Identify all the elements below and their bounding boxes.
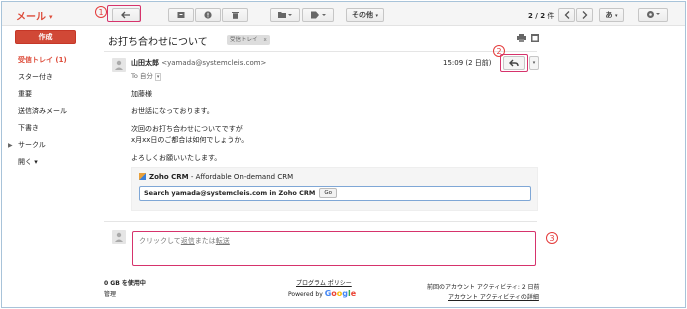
chevron-left-icon xyxy=(564,10,570,19)
body-line: お世話になっております。 xyxy=(131,107,214,115)
body-line: x月xx日のご都合は如何でしょうか。 xyxy=(131,136,249,144)
powered-by-google: Powered by Google xyxy=(288,289,356,298)
expand-arrow-icon: ▶ xyxy=(8,142,13,149)
sidebar-item-more[interactable]: 開く ▾ xyxy=(2,154,92,171)
activity-details-link[interactable]: アカウント アクティビティの詳細 xyxy=(448,292,539,301)
chevron-down-icon: ▾ xyxy=(375,13,378,19)
powered-by-text: Powered by xyxy=(288,291,323,298)
delete-button[interactable] xyxy=(222,8,248,22)
label-tag-icon xyxy=(310,10,326,19)
chevron-down-icon[interactable]: ▾ xyxy=(154,73,162,81)
compose-button[interactable]: 作成 xyxy=(15,30,76,44)
spam-icon xyxy=(204,10,212,19)
recipient-text: To 自分 xyxy=(131,72,153,80)
print-icon[interactable] xyxy=(517,34,526,44)
remove-label-icon[interactable]: x xyxy=(264,37,267,43)
pager-current: 2 / 2 xyxy=(528,12,546,20)
older-button[interactable] xyxy=(576,8,593,22)
sidebar-nav: 受信トレイ (1) スター付き 重要 送信済みメール 下書き ▶ サークル 開く … xyxy=(2,52,92,171)
zoho-search-box[interactable]: Search yamada@systemcleis.com in Zoho CR… xyxy=(139,186,531,201)
body-line: 加藤様 xyxy=(131,90,152,98)
reply-link[interactable]: 返信 xyxy=(181,237,195,245)
sender-avatar xyxy=(112,58,126,72)
sidebar-item-sent[interactable]: 送信済みメール xyxy=(2,103,92,120)
storage-usage: 0 GB を使用中 xyxy=(104,280,146,287)
zoho-tagline: - Affordable On-demand CRM xyxy=(188,173,294,181)
app-title-label: メール xyxy=(16,12,46,23)
input-tools-button[interactable]: あ ▾ xyxy=(599,8,624,22)
move-to-button[interactable] xyxy=(270,8,300,22)
sidebar-item-label: サークル xyxy=(18,141,46,149)
chevron-down-icon: ▾ xyxy=(614,13,618,19)
sidebar-item-inbox[interactable]: 受信トレイ (1) xyxy=(2,52,92,69)
callout-number-3: 3 xyxy=(546,232,558,244)
labels-button[interactable] xyxy=(302,8,334,22)
archive-icon xyxy=(177,10,185,19)
divider xyxy=(104,51,537,52)
message-time: 15:09 (2 日前) xyxy=(443,59,492,67)
more-menu-button[interactable]: その他 ▾ xyxy=(346,8,384,22)
last-activity: 前回のアカウント アクティビティ: 2 日前 xyxy=(427,284,540,291)
zoho-title: Zoho CRM - Affordable On-demand CRM xyxy=(139,173,293,181)
callout-number-1: 1 xyxy=(95,6,107,18)
reply-prefix: クリックして xyxy=(139,237,181,245)
sender-name: 山田太郎 xyxy=(131,59,159,67)
sidebar-item-starred[interactable]: スター付き xyxy=(2,69,92,86)
program-policy-link[interactable]: プログラム ポリシー xyxy=(296,278,352,287)
sidebar-item-important[interactable]: 重要 xyxy=(2,86,92,103)
reply-input[interactable]: クリックして返信または転送 xyxy=(132,231,536,266)
callout-box-1 xyxy=(107,5,141,22)
body-line: よろしくお願いいたします。 xyxy=(131,154,222,162)
google-logo: Google xyxy=(324,289,357,298)
pager-unit: 件 xyxy=(547,12,555,20)
zoho-go-button[interactable]: Go xyxy=(319,188,337,198)
report-spam-button[interactable] xyxy=(195,8,221,22)
input-tools-label: あ xyxy=(605,11,613,19)
inbox-label-chip: 受信トレイ x xyxy=(227,35,270,45)
gear-icon xyxy=(646,10,661,19)
sidebar-item-circles[interactable]: ▶ サークル xyxy=(2,137,92,154)
zoho-name: Zoho CRM xyxy=(149,173,189,181)
archive-button[interactable] xyxy=(168,8,194,22)
trash-icon xyxy=(231,10,239,19)
recipient-line[interactable]: To 自分 ▾ xyxy=(131,70,162,81)
app-title[interactable]: メール ▾ xyxy=(16,8,53,23)
zoho-logo-icon xyxy=(139,173,146,180)
new-window-icon[interactable] xyxy=(531,34,539,44)
zoho-crm-gadget: Zoho CRM - Affordable On-demand CRM Sear… xyxy=(131,167,538,211)
sender-line: 山田太郎 <yamada@systemcleis.com> xyxy=(131,58,266,68)
chevron-right-icon xyxy=(582,10,588,19)
sidebar-item-drafts[interactable]: 下書き xyxy=(2,120,92,137)
folder-icon xyxy=(278,10,292,19)
my-avatar xyxy=(112,230,126,244)
divider xyxy=(104,221,537,222)
forward-link[interactable]: 転送 xyxy=(216,237,230,245)
reply-mid: または xyxy=(194,237,216,245)
manage-storage-link[interactable]: 管理 xyxy=(104,289,116,298)
pager-indicator: 2 / 2 件 xyxy=(528,11,554,21)
label-chip-text: 受信トレイ xyxy=(230,37,258,43)
callout-box-2 xyxy=(500,54,528,72)
body-line: 次回のお打ち合わせについてですが xyxy=(131,125,243,133)
more-menu-label: その他 xyxy=(352,11,374,19)
message-more-button[interactable]: ▾ xyxy=(529,56,539,70)
message-subject: お打ち合わせについて xyxy=(108,37,208,48)
zoho-search-text: Search yamada@systemcleis.com in Zoho CR… xyxy=(144,189,316,197)
settings-button[interactable] xyxy=(638,8,668,22)
sender-email: <yamada@systemcleis.com> xyxy=(161,59,267,67)
chevron-down-icon: ▾ xyxy=(49,13,53,21)
newer-button[interactable] xyxy=(558,8,575,22)
